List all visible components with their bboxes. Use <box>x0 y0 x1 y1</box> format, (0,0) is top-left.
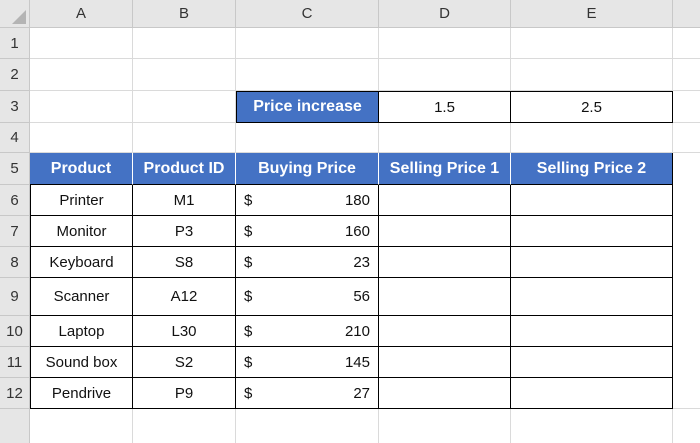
product-id-cell[interactable]: P9 <box>133 378 236 409</box>
buying-price-value: 23 <box>353 253 370 271</box>
currency-symbol: $ <box>244 384 253 402</box>
selling-price-1-cell[interactable] <box>379 316 511 347</box>
price-increase-value-2[interactable]: 2.5 <box>511 91 673 123</box>
product-id-cell[interactable]: S2 <box>133 347 236 378</box>
row-header-6[interactable]: 6 <box>0 185 30 216</box>
selling-price-2-cell[interactable] <box>511 347 673 378</box>
product-name-cell[interactable]: Keyboard <box>30 247 133 278</box>
buying-price-cell[interactable]: $160 <box>236 216 379 247</box>
row-header-2[interactable]: 2 <box>0 59 30 91</box>
row-header-1[interactable]: 1 <box>0 28 30 59</box>
row-header-10[interactable]: 10 <box>0 316 30 347</box>
header-selling-price-2[interactable]: Selling Price 2 <box>511 153 673 185</box>
buying-price-value: 180 <box>344 191 370 209</box>
product-name-cell[interactable]: Monitor <box>30 216 133 247</box>
product-id-cell[interactable]: P3 <box>133 216 236 247</box>
product-name-cell[interactable]: Laptop <box>30 316 133 347</box>
buying-price-value: 56 <box>353 288 370 305</box>
header-product-id[interactable]: Product ID <box>133 153 236 185</box>
buying-price-value: 210 <box>344 322 370 340</box>
currency-symbol: $ <box>244 288 253 305</box>
row-header-8[interactable]: 8 <box>0 247 30 278</box>
product-id-cell[interactable]: M1 <box>133 185 236 216</box>
row-header-12[interactable]: 12 <box>0 378 30 409</box>
product-name-cell[interactable]: Printer <box>30 185 133 216</box>
row-header-5[interactable]: 5 <box>0 153 30 185</box>
currency-symbol: $ <box>244 322 253 340</box>
row-header-9[interactable]: 9 <box>0 278 30 316</box>
selling-price-1-cell[interactable] <box>379 378 511 409</box>
selling-price-1-cell[interactable] <box>379 347 511 378</box>
buying-price-value: 145 <box>344 353 370 371</box>
selling-price-2-cell[interactable] <box>511 316 673 347</box>
column-header-e[interactable]: E <box>511 0 673 28</box>
product-id-cell[interactable]: A12 <box>133 278 236 316</box>
product-name-cell[interactable]: Sound box <box>30 347 133 378</box>
selling-price-1-cell[interactable] <box>379 278 511 316</box>
column-header-b[interactable]: B <box>133 0 236 28</box>
buying-price-cell[interactable]: $210 <box>236 316 379 347</box>
buying-price-cell[interactable]: $23 <box>236 247 379 278</box>
selling-price-2-cell[interactable] <box>511 278 673 316</box>
buying-price-cell[interactable]: $27 <box>236 378 379 409</box>
header-product[interactable]: Product <box>30 153 133 185</box>
product-name-cell[interactable]: Pendrive <box>30 378 133 409</box>
buying-price-value: 27 <box>353 384 370 402</box>
product-id-cell[interactable]: L30 <box>133 316 236 347</box>
spreadsheet: A B C D E 1 2 3 4 5 6 7 8 9 10 11 12 Pri… <box>0 0 700 443</box>
row-header-11[interactable]: 11 <box>0 347 30 378</box>
currency-symbol: $ <box>244 191 253 209</box>
currency-symbol: $ <box>244 353 253 371</box>
row-header-7[interactable]: 7 <box>0 216 30 247</box>
select-all-corner[interactable] <box>0 0 30 28</box>
header-buying-price[interactable]: Buying Price <box>236 153 379 185</box>
column-header-c[interactable]: C <box>236 0 379 28</box>
buying-price-value: 160 <box>344 222 370 240</box>
price-increase-value-1[interactable]: 1.5 <box>379 91 511 123</box>
row-header-3[interactable]: 3 <box>0 91 30 123</box>
row-header-partial[interactable] <box>0 409 30 443</box>
product-name-cell[interactable]: Scanner <box>30 278 133 316</box>
row-header-4[interactable]: 4 <box>0 123 30 153</box>
buying-price-cell[interactable]: $145 <box>236 347 379 378</box>
column-header-partial[interactable] <box>673 0 700 28</box>
buying-price-cell[interactable]: $180 <box>236 185 379 216</box>
selling-price-1-cell[interactable] <box>379 247 511 278</box>
gridline <box>30 58 700 59</box>
selling-price-2-cell[interactable] <box>511 247 673 278</box>
currency-symbol: $ <box>244 253 253 271</box>
selling-price-2-cell[interactable] <box>511 185 673 216</box>
currency-symbol: $ <box>244 222 253 240</box>
price-increase-label[interactable]: Price increase <box>236 91 379 123</box>
selling-price-2-cell[interactable] <box>511 216 673 247</box>
buying-price-cell[interactable]: $56 <box>236 278 379 316</box>
product-id-cell[interactable]: S8 <box>133 247 236 278</box>
header-selling-price-1[interactable]: Selling Price 1 <box>379 153 511 185</box>
selling-price-1-cell[interactable] <box>379 185 511 216</box>
column-header-d[interactable]: D <box>379 0 511 28</box>
selling-price-2-cell[interactable] <box>511 378 673 409</box>
column-header-a[interactable]: A <box>30 0 133 28</box>
selling-price-1-cell[interactable] <box>379 216 511 247</box>
